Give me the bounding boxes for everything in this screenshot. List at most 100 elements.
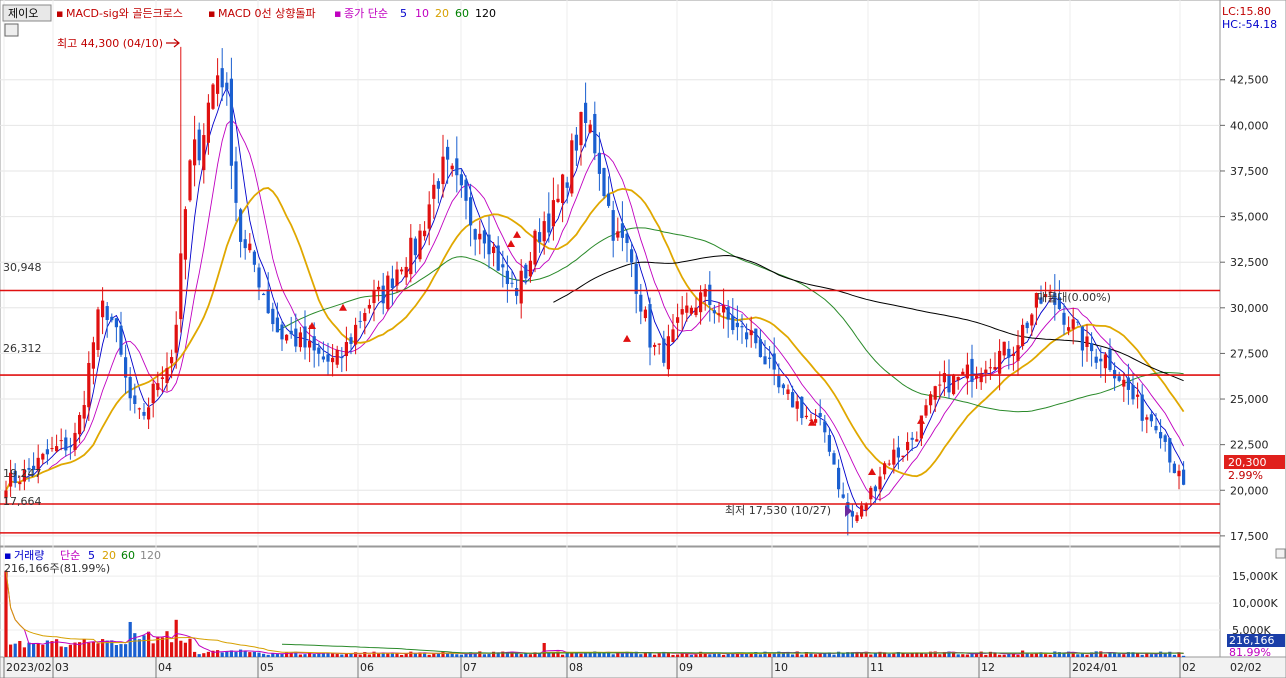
candle-down xyxy=(1154,425,1158,431)
volume-bar xyxy=(1002,654,1006,657)
volume-ma-label: 단순 xyxy=(60,549,80,562)
candle-down xyxy=(639,294,643,312)
candle-up xyxy=(616,231,620,238)
candle-down xyxy=(303,326,307,348)
hline-label-17664: 17,664 xyxy=(3,495,42,508)
volume-bar xyxy=(814,654,818,657)
volume-bar xyxy=(455,654,459,657)
candle-up xyxy=(869,487,873,500)
indicator-macd-zero: MACD 0선 상향돌파 xyxy=(218,7,316,20)
candle-down xyxy=(648,304,652,348)
candle-up xyxy=(202,135,206,171)
volume-bar xyxy=(450,653,454,657)
volume-bar xyxy=(335,653,339,657)
candle-up xyxy=(156,383,160,391)
candle-up xyxy=(952,374,956,395)
corner-date: 02/02 xyxy=(1230,661,1262,674)
candle-down xyxy=(1099,358,1103,362)
candle-up xyxy=(519,270,523,304)
volume-bar xyxy=(36,643,40,657)
y-tick-label: 20,000 xyxy=(1230,484,1269,497)
candle-down xyxy=(620,223,624,238)
volume-bar xyxy=(147,631,151,657)
volume-bar xyxy=(1030,653,1034,657)
y-tick-label: 35,000 xyxy=(1230,211,1269,224)
y-tick-label: 40,000 xyxy=(1230,119,1269,132)
candle-down xyxy=(524,264,528,279)
panel-resize-icon[interactable] xyxy=(1275,548,1286,559)
candle-up xyxy=(41,453,45,460)
candle-up xyxy=(804,415,808,418)
candle-up xyxy=(1103,354,1107,369)
candle-up xyxy=(653,344,657,347)
candle-down xyxy=(1163,435,1167,442)
candle-up xyxy=(722,305,726,313)
volume-bar xyxy=(1076,654,1080,657)
volume-bar xyxy=(436,653,440,657)
candle-up xyxy=(864,504,868,511)
candle-up xyxy=(87,362,91,408)
candle-up xyxy=(860,505,864,517)
volume-bar xyxy=(482,654,486,657)
candle-down xyxy=(731,315,735,331)
volume-bar xyxy=(841,653,845,657)
x-tick-label: 11 xyxy=(870,661,884,674)
candle-up xyxy=(101,300,105,318)
candle-down xyxy=(547,213,551,233)
volume-bar xyxy=(984,654,988,657)
volume-bar xyxy=(73,642,77,657)
candle-up xyxy=(372,290,376,304)
candle-down xyxy=(630,249,634,263)
candle-up xyxy=(96,309,100,350)
volume-bar xyxy=(151,643,155,657)
candle-up xyxy=(1016,345,1020,361)
candle-down xyxy=(726,306,730,320)
volume-bar xyxy=(1108,653,1112,657)
volume-bar xyxy=(206,651,210,657)
volume-bar xyxy=(202,653,206,657)
volume-bar xyxy=(266,654,270,657)
y-tick-label: 32,500 xyxy=(1230,256,1269,269)
volume-bar xyxy=(41,644,45,657)
volume-bar xyxy=(87,642,91,657)
candle-down xyxy=(754,328,758,344)
candle-up xyxy=(579,111,583,146)
candle-up xyxy=(285,334,289,341)
volume-bar xyxy=(441,651,445,657)
chart-window: 42,500 40,000 37,500 35,000 32,500 30,000 27,5… xyxy=(0,0,1286,678)
volume-bar xyxy=(119,644,123,657)
volume-bar xyxy=(234,651,238,657)
candle-up xyxy=(179,253,183,320)
candle-up xyxy=(248,243,252,251)
volume-bar xyxy=(91,641,95,657)
candle-down xyxy=(142,411,146,416)
candle-down xyxy=(593,113,597,154)
candle-down xyxy=(625,233,629,244)
candle-up xyxy=(367,304,371,309)
y-tick-label: 22,500 xyxy=(1230,439,1269,452)
candle-down xyxy=(1090,343,1094,352)
candle-up xyxy=(1136,394,1140,397)
hline-label-30948: 30,948 xyxy=(3,261,42,274)
volume-bar xyxy=(220,652,224,657)
candle-down xyxy=(841,494,845,498)
candle-up xyxy=(82,405,86,419)
volume-bar xyxy=(142,635,146,657)
candle-up xyxy=(883,463,887,475)
y-tick-label: 42,500 xyxy=(1230,74,1269,87)
candle-down xyxy=(791,392,795,408)
grid-toggle-icon[interactable] xyxy=(4,23,19,37)
low-annotation: 최저 17,530 (10/27) xyxy=(725,504,831,517)
candle-down xyxy=(68,445,72,448)
candle-up xyxy=(1122,379,1126,387)
volume-bar xyxy=(1122,654,1126,657)
candle-down xyxy=(1080,326,1084,351)
volume-bar xyxy=(133,633,137,657)
candle-down xyxy=(413,238,417,256)
candle-up xyxy=(404,266,408,278)
candle-down xyxy=(271,308,275,325)
candle-down xyxy=(1076,321,1080,323)
volume-bar xyxy=(597,652,601,657)
candle-up xyxy=(1067,327,1071,331)
y-tick-label: 25,000 xyxy=(1230,393,1269,406)
